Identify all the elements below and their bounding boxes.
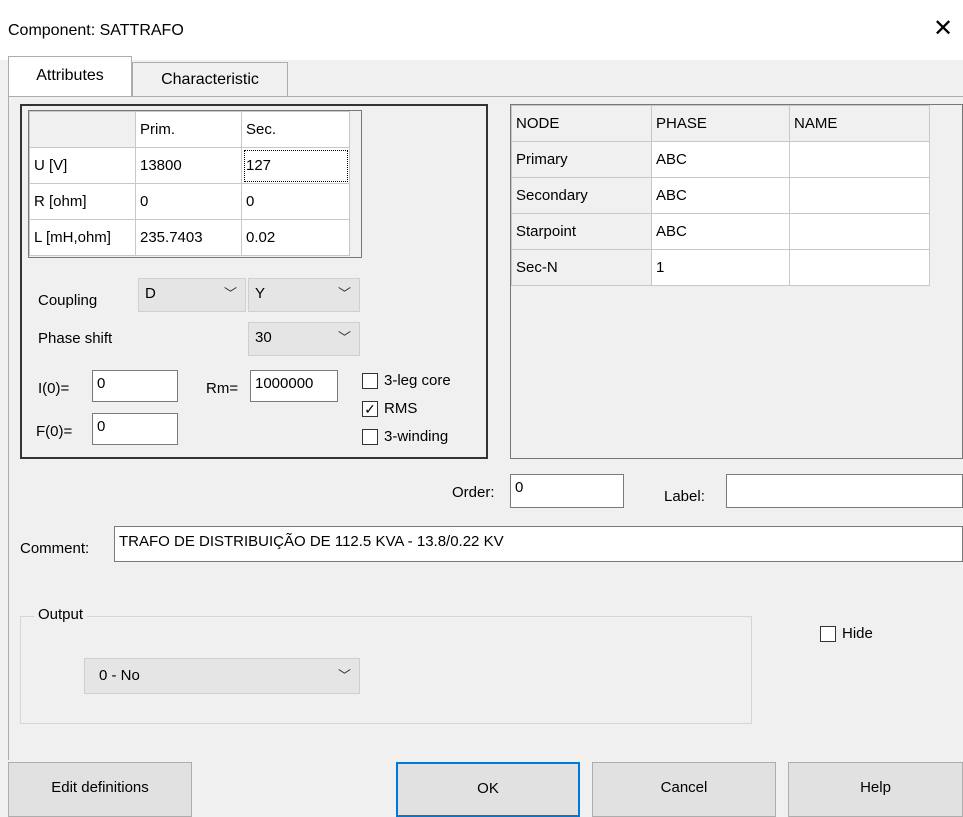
hide-checkbox[interactable] — [820, 626, 836, 642]
name-cell[interactable] — [789, 141, 930, 178]
coupling-label: Coupling — [38, 292, 98, 309]
param-header-sec: Sec. — [241, 111, 350, 148]
rm-label: Rm= — [206, 380, 239, 397]
output-group-label: Output — [34, 606, 88, 623]
i0-label: I(0)= — [38, 380, 70, 397]
close-icon[interactable]: ✕ — [928, 14, 958, 44]
phase-shift-value: 30 — [255, 329, 272, 346]
output-select[interactable]: 0 - No ﹀ — [84, 658, 360, 694]
name-cell[interactable] — [789, 249, 930, 286]
title-bar: Component: SATTRAFO ✕ — [0, 0, 963, 60]
phase-cell[interactable]: 1 — [651, 249, 790, 286]
param-row-label: U [V] — [29, 147, 136, 184]
three-winding-label: 3-winding — [384, 428, 449, 445]
three-leg-core-label: 3-leg core — [384, 372, 451, 389]
param-row-label: L [mH,ohm] — [29, 219, 136, 256]
chevron-down-icon: ﹀ — [337, 330, 351, 345]
order-input[interactable]: 0 — [510, 474, 624, 508]
node-cell: Sec-N — [511, 249, 652, 286]
coupling-prim-value: D — [145, 285, 156, 302]
name-cell[interactable] — [789, 213, 930, 250]
param-cell[interactable]: 235.7403 — [135, 219, 242, 256]
table-row: Sec-N 1 — [511, 249, 930, 286]
coupling-prim-select[interactable]: D ﹀ — [138, 278, 246, 312]
comment-input[interactable]: TRAFO DE DISTRIBUIÇÃO DE 112.5 KVA - 13.… — [114, 526, 963, 562]
rms-label: RMS — [384, 400, 418, 417]
output-value: 0 - No — [99, 667, 140, 684]
hide-label: Hide — [842, 625, 873, 642]
cancel-button[interactable]: Cancel — [592, 762, 776, 817]
coupling-sec-select[interactable]: Y ﹀ — [248, 278, 360, 312]
f0-label: F(0)= — [36, 423, 73, 440]
table-row: Starpoint ABC — [511, 213, 930, 250]
param-row-label: R [ohm] — [29, 183, 136, 220]
table-row: Secondary ABC — [511, 177, 930, 214]
phase-cell[interactable]: ABC — [651, 141, 790, 178]
chevron-down-icon: ﹀ — [223, 286, 237, 301]
f0-input[interactable]: 0 — [92, 413, 178, 445]
param-header-corner — [29, 111, 136, 148]
comment-label: Comment: — [20, 540, 90, 557]
chevron-down-icon: ﹀ — [337, 668, 351, 683]
node-cell: Starpoint — [511, 213, 652, 250]
phase-shift-label: Phase shift — [38, 330, 113, 347]
node-table: NODE PHASE NAME Primary ABC Secondary AB… — [511, 105, 930, 286]
param-cell[interactable]: 0 — [241, 183, 350, 220]
node-cell: Secondary — [511, 177, 652, 214]
window-title: Component: SATTRAFO — [8, 22, 184, 39]
phase-header: PHASE — [651, 105, 790, 142]
three-winding-checkbox[interactable] — [362, 429, 378, 445]
chevron-down-icon: ﹀ — [337, 286, 351, 301]
node-header: NODE — [511, 105, 652, 142]
param-cell[interactable]: 0.02 — [241, 219, 350, 256]
rms-checkbox[interactable]: ✓ — [362, 401, 378, 417]
phase-cell[interactable]: ABC — [651, 177, 790, 214]
node-cell: Primary — [511, 141, 652, 178]
name-cell[interactable] — [789, 177, 930, 214]
three-leg-core-checkbox[interactable] — [362, 373, 378, 389]
rm-input[interactable]: 1000000 — [250, 370, 338, 402]
ok-button[interactable]: OK — [396, 762, 580, 817]
param-table: Prim. Sec. U [V] 13800 127 R [ohm] 0 0 L… — [29, 111, 350, 256]
label-label: Label: — [664, 488, 705, 505]
coupling-sec-value: Y — [255, 285, 266, 302]
param-header-prim: Prim. — [135, 111, 242, 148]
tab-attributes[interactable]: Attributes — [8, 56, 132, 96]
name-header: NAME — [789, 105, 930, 142]
phase-shift-select[interactable]: 30 ﹀ — [248, 322, 360, 356]
edit-definitions-button[interactable]: Edit definitions — [8, 762, 192, 817]
tab-characteristic[interactable]: Characteristic — [132, 62, 288, 100]
help-button[interactable]: Help — [788, 762, 963, 817]
param-cell[interactable]: 13800 — [135, 147, 242, 184]
checkmark-icon: ✓ — [364, 401, 376, 417]
label-input[interactable] — [726, 474, 963, 508]
order-label: Order: — [452, 484, 495, 501]
table-row: Primary ABC — [511, 141, 930, 178]
param-cell-selected[interactable]: 127 — [241, 147, 350, 184]
i0-input[interactable]: 0 — [92, 370, 178, 402]
param-cell[interactable]: 0 — [135, 183, 242, 220]
phase-cell[interactable]: ABC — [651, 213, 790, 250]
